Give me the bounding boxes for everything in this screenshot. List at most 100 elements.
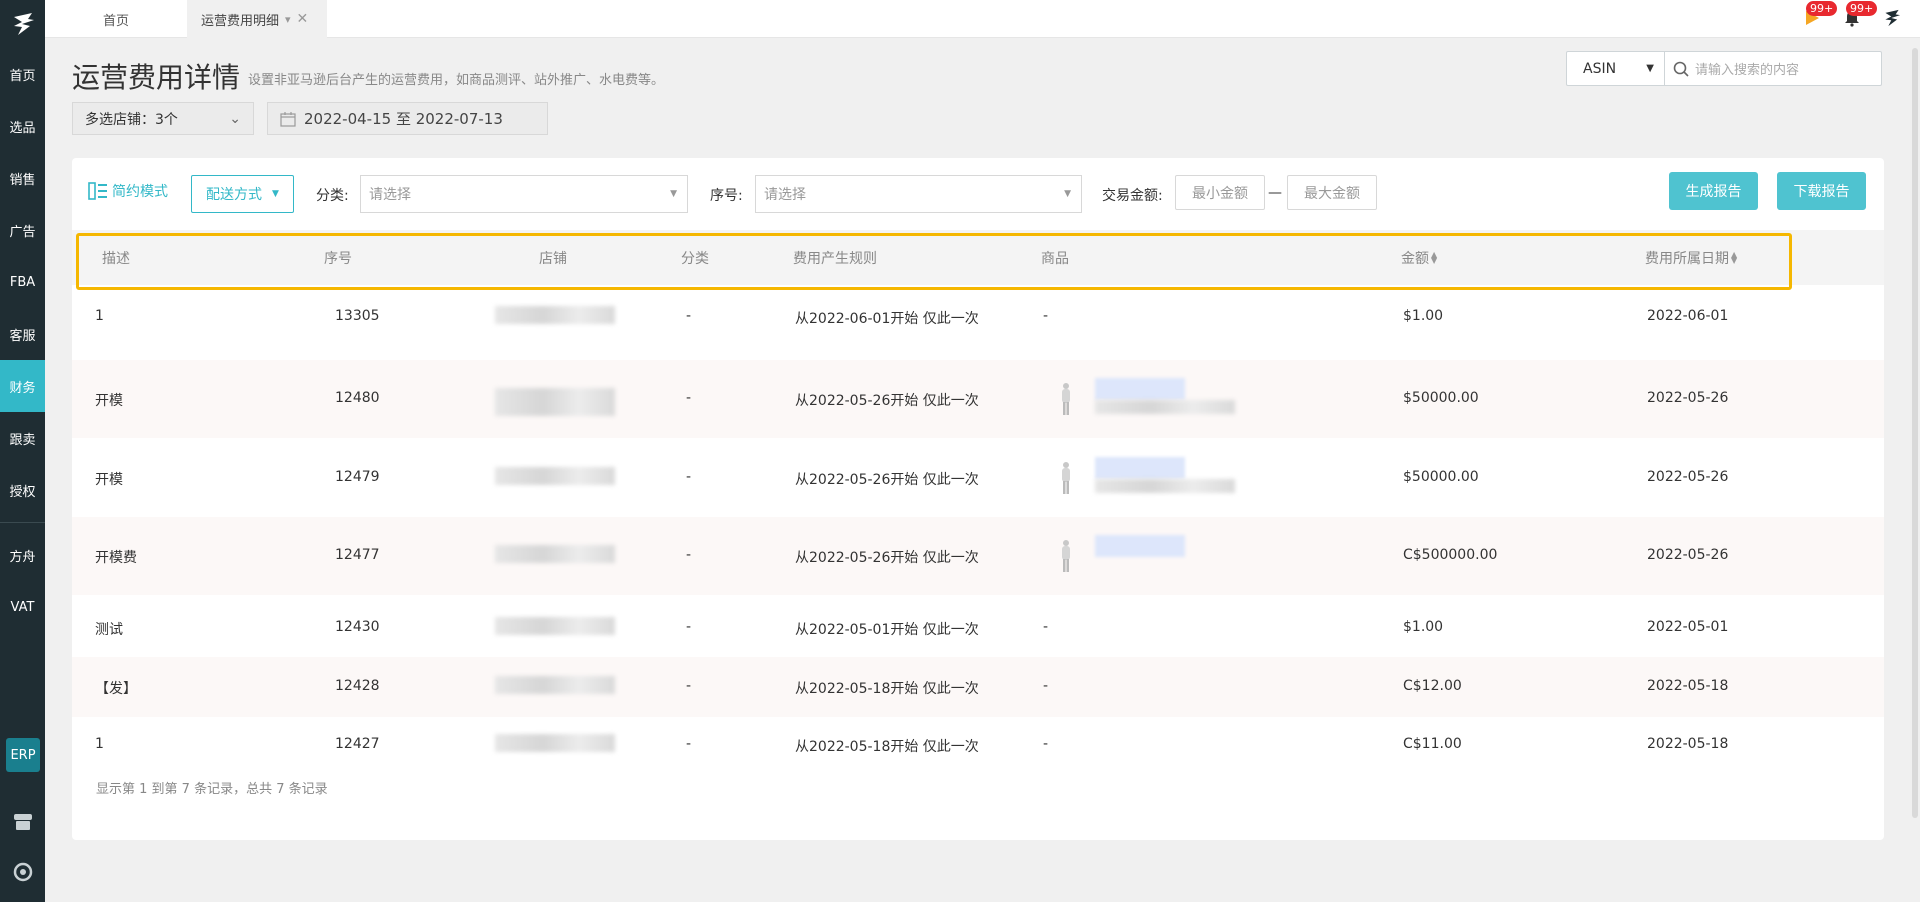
cell-description: 开模 [95,472,123,488]
cell-rule: 从2022-05-18开始 仅此一次 [795,739,979,755]
table-row[interactable]: 开模 12480 - 从2022-05-26开始 仅此一次 $50000.00 2022-… [72,360,1884,438]
cell-product: - [1043,678,1049,694]
caret-down-icon: ▼ [1646,63,1654,74]
badge-count: 99+ [1846,1,1878,16]
cell-description: 测试 [95,622,123,638]
sort-icon[interactable]: ▲ ▼ [1431,251,1437,265]
download-report-button[interactable]: 下载报告 [1777,172,1866,210]
erp-button[interactable]: ERP [6,738,40,772]
search-group: ASIN ▼ 请输入搜索的内容 [1566,51,1882,86]
serial-select[interactable]: 请选择 ▼ [755,175,1082,213]
sidebar-item-6[interactable]: 财务 [0,360,45,412]
store-name-redacted [495,545,615,563]
close-icon[interactable]: ✕ [297,11,309,27]
user-avatar[interactable] [1878,4,1906,32]
logo-icon[interactable] [0,0,45,48]
table-row[interactable]: 1 12427 - 从2022-05-18开始 仅此一次 C$11.00 2022-05-… [72,715,1884,775]
cell-serial: 13305 [335,308,380,324]
cell-date: 2022-05-18 [1647,678,1729,694]
sidebar-item-1[interactable]: 选品 [0,100,45,152]
product-sku-redacted [1095,400,1235,414]
cell-amount: C$500000.00 [1403,547,1498,563]
category-placeholder: 请选择 [369,187,411,203]
cell-amount: C$11.00 [1403,736,1462,752]
min-amount-input[interactable]: 最小金额 [1175,175,1265,210]
sidebar-item-3[interactable]: 广告 [0,204,45,256]
cell-rule: 从2022-05-01开始 仅此一次 [795,622,979,638]
column-header-category: 分类 [681,251,709,267]
page-scrollbar[interactable] [1910,38,1920,902]
sort-icon[interactable]: ▲ ▼ [1731,251,1737,265]
cell-rule: 从2022-05-26开始 仅此一次 [795,472,979,488]
cell-category: - [686,736,692,752]
column-header-date[interactable]: 费用所属日期 ▲ ▼ [1645,248,1737,268]
column-header-description: 描述 [102,251,130,267]
category-select[interactable]: 请选择 ▼ [360,175,688,213]
product-title-redacted[interactable] [1095,535,1185,557]
cell-amount: $50000.00 [1403,390,1479,406]
simple-mode-toggle[interactable]: 简约模式 [88,181,168,201]
tab-bar: 首页 运营费用明细 ▾ ✕ 99+ 99+ [45,0,1920,38]
simple-mode-label: 简约模式 [112,184,168,200]
product-thumbnail[interactable] [1058,382,1074,416]
scrollbar-thumb[interactable] [1912,48,1918,818]
product-title-redacted[interactable] [1095,457,1185,479]
cell-rule: 从2022-05-26开始 仅此一次 [795,393,979,409]
pagination-info: 显示第 1 到第 7 条记录，总共 7 条记录 [96,782,328,797]
delivery-method-dropdown[interactable]: 配送方式 ▼ [191,175,294,213]
cell-date: 2022-05-01 [1647,619,1729,635]
notification-flag[interactable]: 99+ [1798,1,1838,32]
sidebar-item-5[interactable]: 客服 [0,308,45,360]
sidebar-item-10[interactable]: VAT [0,581,45,633]
page-subtitle: 设置非亚马逊后台产生的运营费用，如商品测评、站外推广、水电费等。 [248,73,665,88]
date-range-picker[interactable]: 2022-04-15 至 2022-07-13 [267,102,548,135]
notification-bell[interactable]: 99+ [1838,1,1878,32]
page-title: 运营费用详情 [72,61,241,94]
max-amount-input[interactable]: 最大金额 [1287,175,1377,210]
tab-label: 运营费用明细 [201,13,280,29]
product-thumbnail[interactable] [1058,461,1074,495]
search-input[interactable]: 请输入搜索的内容 [1665,52,1881,85]
cell-product: - [1043,619,1049,635]
store-name-redacted [495,617,615,635]
sidebar-item-4[interactable]: FBA [0,256,45,308]
cell-amount: $1.00 [1403,619,1444,635]
cell-rule: 从2022-05-26开始 仅此一次 [795,550,979,566]
store-name-redacted [495,467,615,485]
sidebar-item-7[interactable]: 跟卖 [0,412,45,464]
cell-product: - [1043,308,1049,324]
caret-down-icon: ▼ [1064,189,1071,199]
tab-home[interactable]: 首页 [45,0,187,38]
product-title-redacted[interactable] [1095,378,1185,400]
table-row[interactable]: 测试 12430 - 从2022-05-01开始 仅此一次 $1.00 2022-05-0… [72,598,1884,658]
search-icon [1673,61,1689,77]
store-icon[interactable] [0,800,45,844]
store-name-redacted [495,306,615,324]
generate-report-button[interactable]: 生成报告 [1669,172,1758,210]
sidebar-item-8[interactable]: 授权 [0,464,45,516]
sidebar-item-0[interactable]: 首页 [0,48,45,100]
sidebar-item-2[interactable]: 销售 [0,152,45,204]
table-row[interactable]: 1 13305 - 从2022-06-01开始 仅此一次 $1.00 2022-06-01… [72,288,1884,346]
sidebar-item-9[interactable]: 方舟 [0,529,45,581]
column-header-rule: 费用产生规则 [793,251,877,267]
sidebar: 首页 选品 销售 广告 FBA 客服 财务 跟卖 授权方舟 VAT ERP [0,0,45,902]
cell-amount: $1.00 [1403,308,1444,324]
cell-category: - [686,547,692,563]
tab-operating-expense-detail[interactable]: 运营费用明细 ▾ ✕ [187,0,327,38]
cell-product: - [1043,736,1049,752]
amount-label: 交易金额: [1102,188,1163,204]
product-sku-redacted [1095,479,1235,493]
product-thumbnail[interactable] [1058,539,1074,573]
table-row[interactable]: 【发】 12428 - 从2022-05-18开始 仅此一次 C$12.00 2022-0… [72,657,1884,717]
table-row[interactable]: 开模 12479 - 从2022-05-26开始 仅此一次 $50000.00 2022-… [72,439,1884,517]
column-header-amount[interactable]: 金额 ▲ ▼ [1401,248,1437,268]
support-icon[interactable] [0,850,45,894]
store-multiselect[interactable]: 多选店铺：3个 ⌄ [72,102,254,135]
cell-description: 1 [95,736,104,752]
cell-description: 开模 [95,393,123,409]
table-row[interactable]: 开模费 12477 - 从2022-05-26开始 仅此一次 C$500000.00 20… [72,517,1884,595]
search-type-select[interactable]: ASIN ▼ [1567,52,1665,85]
list-mode-icon [88,182,107,200]
chevron-down-icon[interactable]: ▾ [285,13,291,26]
